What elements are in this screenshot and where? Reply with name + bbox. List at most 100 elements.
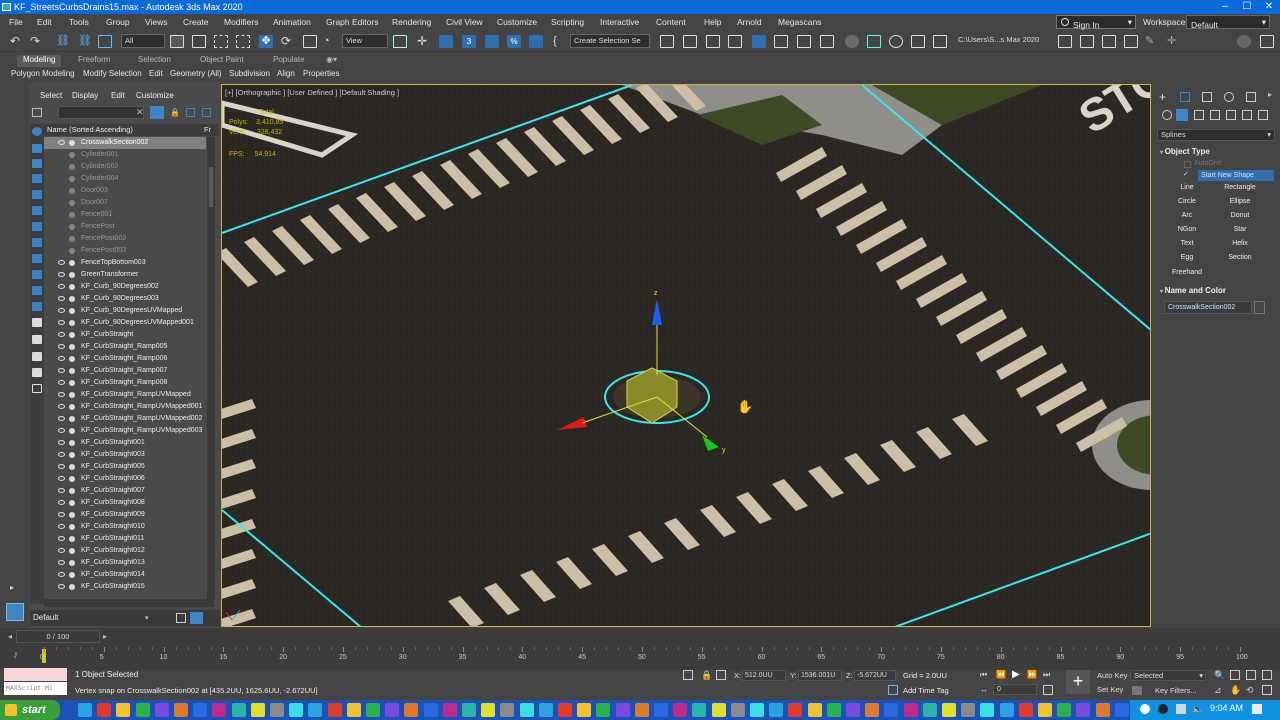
- layer-manager-icon[interactable]: [6, 603, 24, 621]
- sign-in-dropdown[interactable]: Sign In ▾: [1056, 15, 1136, 30]
- visibility-eye-icon[interactable]: [58, 260, 65, 265]
- create-tab-icon[interactable]: +: [1159, 90, 1166, 104]
- taskbar-app-icon[interactable]: [577, 703, 592, 717]
- ellipse-button[interactable]: Ellipse: [1215, 196, 1265, 208]
- tab-populate[interactable]: Populate: [273, 55, 305, 67]
- motion-tab-icon[interactable]: [1224, 92, 1234, 102]
- key-filters-button[interactable]: Key Filters...: [1155, 686, 1197, 695]
- align-icon[interactable]: [683, 35, 697, 48]
- display-dependents-icon[interactable]: [32, 352, 42, 361]
- list-item[interactable]: KF_CurbStraight010: [44, 521, 206, 533]
- maximize-viewport-icon[interactable]: [1262, 685, 1272, 695]
- go-to-start-icon[interactable]: ⏮: [980, 670, 987, 680]
- link-icon[interactable]: ⛓: [56, 35, 70, 48]
- scrollbar-thumb[interactable]: [209, 167, 213, 207]
- visibility-eye-icon[interactable]: [58, 356, 65, 361]
- edit-named-selection-icon[interactable]: {: [553, 35, 567, 48]
- list-item[interactable]: KF_CurbStraight012: [44, 545, 206, 557]
- text-button[interactable]: Text: [1162, 238, 1212, 250]
- list-item[interactable]: Door007: [44, 197, 206, 209]
- close-button[interactable]: ✕: [1258, 0, 1280, 14]
- expand-arrow-icon[interactable]: ▸: [10, 583, 14, 592]
- taskbar-app-icon[interactable]: [865, 703, 880, 717]
- list-item[interactable]: KF_CurbStraight_RampUVMapped: [44, 389, 206, 401]
- list-item[interactable]: KF_Curb_90Degrees003: [44, 293, 206, 305]
- menu-modifiers[interactable]: Modifiers: [224, 17, 258, 27]
- reference-coordinate-dropdown[interactable]: View: [342, 34, 388, 48]
- taskbar-app-icon[interactable]: [980, 703, 995, 717]
- se-menu-customize[interactable]: Customize: [136, 91, 174, 100]
- visibility-eye-icon[interactable]: [58, 320, 65, 325]
- visibility-eye-icon[interactable]: [58, 476, 65, 481]
- list-item[interactable]: CrosswalkSection002: [44, 137, 206, 149]
- visibility-eye-icon[interactable]: [58, 380, 65, 385]
- taskbar-app-icon[interactable]: [270, 703, 284, 717]
- helix-button[interactable]: Helix: [1215, 238, 1265, 250]
- play-icon[interactable]: ▶: [1012, 669, 1020, 680]
- list-item[interactable]: KF_CurbStraight_Ramp008: [44, 377, 206, 389]
- visibility-eye-icon[interactable]: [58, 368, 65, 373]
- display-children-icon[interactable]: [32, 318, 42, 327]
- time-tag-icon[interactable]: [888, 685, 898, 695]
- list-item[interactable]: Door003: [44, 185, 206, 197]
- taskbar-app-icon[interactable]: [462, 703, 476, 717]
- volume-icon[interactable]: 🔈: [1192, 704, 1203, 715]
- visibility-eye-icon[interactable]: [58, 416, 65, 421]
- visibility-eye-icon[interactable]: [58, 296, 65, 301]
- rectangle-button[interactable]: Rectangle: [1215, 182, 1265, 194]
- visibility-eye-icon[interactable]: [58, 548, 65, 553]
- bones-filter-icon[interactable]: [32, 270, 42, 279]
- menu-rendering[interactable]: Rendering: [392, 17, 431, 27]
- track-bar[interactable]: ⫽ 0 5 10 15 20 25 30 35 40 45 50 55 60 65 70 75 80 85 90 95…: [0, 647, 1280, 667]
- menu-interactive[interactable]: Interactive: [600, 17, 639, 27]
- rotate-icon[interactable]: ⟳: [281, 35, 295, 48]
- network-icon[interactable]: [1176, 704, 1186, 714]
- list-item[interactable]: Fence001: [44, 209, 206, 221]
- list-item[interactable]: KF_CurbStraight_RampUVMapped002: [44, 413, 206, 425]
- pen-icon[interactable]: ✎: [1145, 35, 1159, 48]
- visibility-eye-icon[interactable]: [58, 572, 65, 577]
- tab-object-paint[interactable]: Object Paint: [200, 55, 244, 67]
- taskbar-app-icon[interactable]: [961, 703, 976, 717]
- ribbon-polygon-modeling[interactable]: Polygon Modeling: [11, 69, 75, 78]
- zoom-extents-all-icon[interactable]: [1262, 670, 1272, 680]
- current-layer[interactable]: Default: [33, 613, 58, 622]
- list-item[interactable]: KF_CurbStraight013: [44, 557, 206, 569]
- visibility-eye-icon[interactable]: [58, 272, 65, 277]
- taskbar-app-icon[interactable]: [289, 703, 304, 717]
- ribbon-align[interactable]: Align: [277, 69, 295, 78]
- ribbon-subdivision[interactable]: Subdivision: [229, 69, 270, 78]
- options-icon[interactable]: [202, 108, 211, 117]
- visibility-eye-icon[interactable]: [58, 452, 65, 457]
- taskbar-app-icon[interactable]: [1057, 703, 1072, 717]
- ribbon-edit[interactable]: Edit: [149, 69, 163, 78]
- menu-tools[interactable]: Tools: [69, 17, 89, 27]
- name-and-color-rollout-title[interactable]: ▾ Name and Color: [1160, 286, 1226, 295]
- window-crossing-icon[interactable]: [236, 35, 250, 48]
- taskbar-app-icon[interactable]: [135, 703, 150, 717]
- helpers-category-icon[interactable]: [1226, 110, 1236, 120]
- select-all-icon[interactable]: [32, 384, 42, 393]
- ribbon-properties[interactable]: Properties: [303, 69, 339, 78]
- redo-icon[interactable]: ↷: [30, 35, 44, 48]
- taskbar-app-icon[interactable]: [711, 703, 726, 717]
- list-item[interactable]: KF_CurbStraight: [44, 329, 206, 341]
- taskbar-app-icon[interactable]: [1018, 703, 1033, 717]
- visibility-eye-icon[interactable]: [58, 488, 65, 493]
- chevron-down-icon[interactable]: ▾: [145, 614, 149, 622]
- display-all-icon[interactable]: [32, 127, 42, 136]
- list-item[interactable]: KF_CurbStraight007: [44, 485, 206, 497]
- taskbar-app-icon[interactable]: [826, 703, 841, 717]
- viewport-orthographic[interactable]: STOP z y ✋: [221, 84, 1151, 627]
- taskbar-app-icon[interactable]: [846, 703, 860, 717]
- spinner-snap-icon[interactable]: [529, 35, 543, 48]
- menu-file[interactable]: File: [9, 17, 23, 27]
- visibility-eye-icon[interactable]: [58, 560, 65, 565]
- taskbar-app-icon[interactable]: [481, 703, 496, 717]
- scene-list-hscrollbar[interactable]: [44, 599, 214, 607]
- taskbar-app-icon[interactable]: [519, 703, 534, 717]
- list-item[interactable]: KF_CurbStraight015: [44, 581, 206, 593]
- visibility-eye-icon[interactable]: [58, 500, 65, 505]
- autogrid-checkbox[interactable]: [1184, 161, 1191, 168]
- slider-right-arrow-icon[interactable]: ▸: [103, 632, 107, 641]
